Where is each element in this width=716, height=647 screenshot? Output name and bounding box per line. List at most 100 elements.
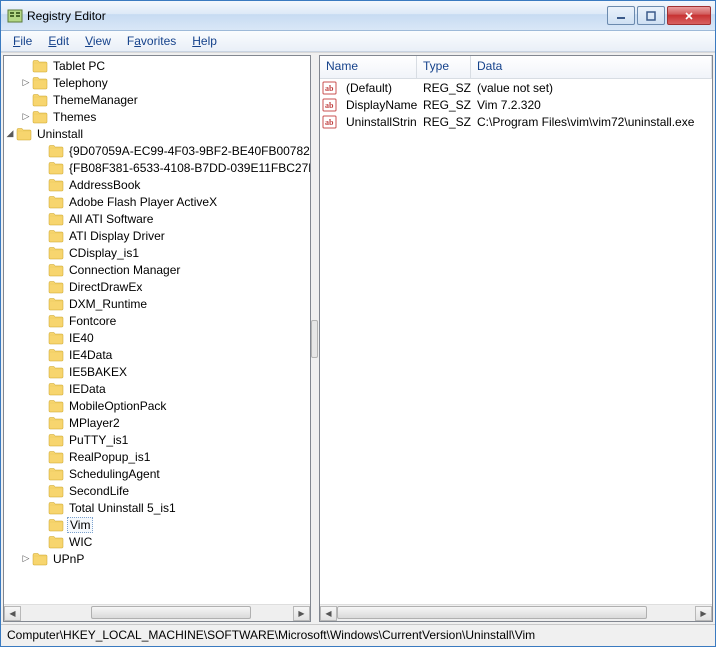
tree-row[interactable]: PuTTY_is1 bbox=[4, 431, 310, 448]
list-hscroll[interactable]: ◀ ▶ bbox=[320, 604, 712, 621]
tree-label[interactable]: CDisplay_is1 bbox=[67, 246, 141, 260]
list-header: Name Type Data bbox=[320, 56, 712, 79]
tree-row[interactable]: MobileOptionPack bbox=[4, 397, 310, 414]
tree-label[interactable]: {FB08F381-6533-4108-B7DD-039E11FBC27E} bbox=[67, 161, 310, 175]
tree-row[interactable]: ThemeManager bbox=[4, 91, 310, 108]
col-name[interactable]: Name bbox=[320, 56, 417, 78]
scroll-track[interactable] bbox=[337, 606, 695, 621]
tree-label[interactable]: ThemeManager bbox=[51, 93, 140, 107]
tree-row[interactable]: Adobe Flash Player ActiveX bbox=[4, 193, 310, 210]
tree-row[interactable]: Fontcore bbox=[4, 312, 310, 329]
tree-row[interactable]: DXM_Runtime bbox=[4, 295, 310, 312]
scroll-right-icon[interactable]: ▶ bbox=[293, 606, 310, 621]
list-row[interactable]: ab(Default)REG_SZ(value not set) bbox=[320, 79, 712, 96]
tree-row[interactable]: ◢ Uninstall bbox=[4, 125, 310, 142]
tree-label[interactable]: Total Uninstall 5_is1 bbox=[67, 501, 178, 515]
folder-icon bbox=[48, 212, 64, 226]
folder-icon bbox=[48, 399, 64, 413]
tree-hscroll[interactable]: ◀ ▶ bbox=[4, 604, 310, 621]
maximize-button[interactable] bbox=[637, 6, 665, 25]
tree-row[interactable]: RealPopup_is1 bbox=[4, 448, 310, 465]
tree-label[interactable]: IE4Data bbox=[67, 348, 114, 362]
tree-label[interactable]: WIC bbox=[67, 535, 94, 549]
folder-icon bbox=[48, 314, 64, 328]
tree-label[interactable]: Tablet PC bbox=[51, 59, 107, 73]
expand-toggle-icon[interactable]: ▷ bbox=[20, 111, 32, 122]
tree-label[interactable]: PuTTY_is1 bbox=[67, 433, 130, 447]
window-title: Registry Editor bbox=[27, 9, 605, 23]
tree-label[interactable]: All ATI Software bbox=[67, 212, 155, 226]
tree-row[interactable]: ▷ Themes bbox=[4, 108, 310, 125]
tree-label[interactable]: IE5BAKEX bbox=[67, 365, 129, 379]
list-body[interactable]: ab(Default)REG_SZ(value not set)abDispla… bbox=[320, 79, 712, 604]
tree-label[interactable]: DirectDrawEx bbox=[67, 280, 144, 294]
tree-row[interactable]: AddressBook bbox=[4, 176, 310, 193]
tree-row[interactable]: ▷ UPnP bbox=[4, 550, 310, 567]
expand-toggle-icon[interactable]: ▷ bbox=[20, 553, 32, 564]
tree-label[interactable]: Adobe Flash Player ActiveX bbox=[67, 195, 219, 209]
tree-label[interactable]: Themes bbox=[51, 110, 98, 124]
close-button[interactable] bbox=[667, 6, 711, 25]
scroll-track[interactable] bbox=[21, 606, 293, 621]
scroll-thumb[interactable] bbox=[91, 606, 251, 619]
tree-row[interactable]: SchedulingAgent bbox=[4, 465, 310, 482]
scroll-thumb[interactable] bbox=[337, 606, 647, 619]
tree-body[interactable]: Tablet PC ▷ Telephony ThemeManager ▷ Themes ◢ U… bbox=[4, 56, 310, 604]
titlebar[interactable]: Registry Editor bbox=[1, 1, 715, 31]
tree-label[interactable]: Uninstall bbox=[35, 127, 85, 141]
scroll-left-icon[interactable]: ◀ bbox=[320, 606, 337, 621]
folder-icon bbox=[32, 110, 48, 124]
tree-row[interactable]: ▷ Telephony bbox=[4, 74, 310, 91]
tree-row[interactable]: IE4Data bbox=[4, 346, 310, 363]
tree-label[interactable]: Telephony bbox=[51, 76, 110, 90]
tree-row[interactable]: CDisplay_is1 bbox=[4, 244, 310, 261]
menu-favorites[interactable]: Favorites bbox=[119, 32, 184, 50]
list-row[interactable]: abUninstallStringREG_SZC:\Program Files\… bbox=[320, 113, 712, 130]
tree-row[interactable]: Connection Manager bbox=[4, 261, 310, 278]
tree-row[interactable]: WIC bbox=[4, 533, 310, 550]
expand-toggle-icon[interactable]: ◢ bbox=[4, 128, 16, 139]
tree-label[interactable]: Fontcore bbox=[67, 314, 118, 328]
tree-row[interactable]: {9D07059A-EC99-4F03-9BF2-BE40FB007822} bbox=[4, 142, 310, 159]
list-row[interactable]: abDisplayNameREG_SZVim 7.2.320 bbox=[320, 96, 712, 113]
tree-label[interactable]: SecondLife bbox=[67, 484, 131, 498]
cell-type: REG_SZ bbox=[417, 98, 471, 112]
expand-toggle-icon[interactable]: ▷ bbox=[20, 77, 32, 88]
tree-row[interactable]: Total Uninstall 5_is1 bbox=[4, 499, 310, 516]
tree-label[interactable]: DXM_Runtime bbox=[67, 297, 149, 311]
tree-row[interactable]: Vim bbox=[4, 516, 310, 533]
tree-row[interactable]: MPlayer2 bbox=[4, 414, 310, 431]
tree-label[interactable]: IE40 bbox=[67, 331, 96, 345]
tree-row[interactable]: IE40 bbox=[4, 329, 310, 346]
col-type[interactable]: Type bbox=[417, 56, 471, 78]
col-data[interactable]: Data bbox=[471, 56, 712, 78]
tree-row[interactable]: {FB08F381-6533-4108-B7DD-039E11FBC27E} bbox=[4, 159, 310, 176]
tree-label[interactable]: Vim bbox=[67, 517, 93, 533]
tree-row[interactable]: SecondLife bbox=[4, 482, 310, 499]
menu-file[interactable]: File bbox=[5, 32, 40, 50]
tree-row[interactable]: IE5BAKEX bbox=[4, 363, 310, 380]
tree-row[interactable]: DirectDrawEx bbox=[4, 278, 310, 295]
tree-row[interactable]: IEData bbox=[4, 380, 310, 397]
folder-icon bbox=[48, 280, 64, 294]
tree-label[interactable]: IEData bbox=[67, 382, 108, 396]
tree-label[interactable]: AddressBook bbox=[67, 178, 142, 192]
tree-label[interactable]: {9D07059A-EC99-4F03-9BF2-BE40FB007822} bbox=[67, 144, 310, 158]
tree-label[interactable]: ATI Display Driver bbox=[67, 229, 167, 243]
minimize-button[interactable] bbox=[607, 6, 635, 25]
tree-label[interactable]: MPlayer2 bbox=[67, 416, 122, 430]
tree-row[interactable]: Tablet PC bbox=[4, 57, 310, 74]
tree-row[interactable]: ATI Display Driver bbox=[4, 227, 310, 244]
menu-help[interactable]: Help bbox=[184, 32, 225, 50]
menu-view[interactable]: View bbox=[77, 32, 119, 50]
scroll-left-icon[interactable]: ◀ bbox=[4, 606, 21, 621]
tree-label[interactable]: Connection Manager bbox=[67, 263, 182, 277]
tree-row[interactable]: All ATI Software bbox=[4, 210, 310, 227]
tree-label[interactable]: RealPopup_is1 bbox=[67, 450, 152, 464]
menu-edit[interactable]: Edit bbox=[40, 32, 77, 50]
splitter[interactable] bbox=[313, 55, 317, 622]
tree-label[interactable]: SchedulingAgent bbox=[67, 467, 162, 481]
tree-label[interactable]: MobileOptionPack bbox=[67, 399, 168, 413]
scroll-right-icon[interactable]: ▶ bbox=[695, 606, 712, 621]
tree-label[interactable]: UPnP bbox=[51, 552, 86, 566]
